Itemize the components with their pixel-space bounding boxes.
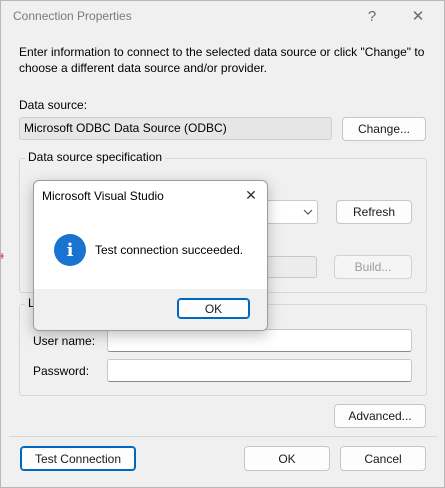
resize-grip-marker (0, 250, 4, 260)
message-box: Microsoft Visual Studio ✕ i Test connect… (33, 180, 268, 331)
intro-text: Enter information to connect to the sele… (19, 45, 425, 75)
information-icon: i (54, 234, 86, 266)
message-box-title: Microsoft Visual Studio (42, 189, 164, 203)
title-bar: Connection Properties ? ✕ (1, 1, 444, 31)
data-source-dropdown[interactable] (261, 200, 318, 224)
change-button[interactable]: Change... (342, 117, 426, 141)
chevron-down-icon (303, 209, 313, 215)
password-input[interactable] (107, 359, 412, 382)
message-text: Test connection succeeded. (95, 243, 244, 257)
advanced-button[interactable]: Advanced... (334, 404, 426, 428)
footer-divider (9, 436, 437, 437)
ok-button[interactable]: OK (244, 446, 330, 471)
refresh-button[interactable]: Refresh (336, 200, 412, 224)
close-icon[interactable]: ✕ (404, 5, 432, 27)
message-ok-button[interactable]: OK (177, 298, 250, 319)
data-source-specification-label: Data source specification (25, 150, 166, 164)
window-title: Connection Properties (13, 9, 132, 23)
data-source-label: Data source: (19, 98, 88, 112)
password-label: Password: (33, 364, 90, 378)
username-input[interactable] (107, 329, 412, 352)
connection-string-field (261, 256, 317, 278)
cancel-button[interactable]: Cancel (340, 446, 426, 471)
close-icon[interactable]: ✕ (241, 185, 261, 205)
message-box-footer: OK (34, 289, 267, 330)
build-button[interactable]: Build... (334, 255, 412, 279)
username-label: User name: (33, 334, 96, 348)
test-connection-button[interactable]: Test Connection (20, 446, 136, 471)
data-source-field: Microsoft ODBC Data Source (ODBC) (19, 117, 332, 140)
help-icon[interactable]: ? (358, 5, 386, 27)
